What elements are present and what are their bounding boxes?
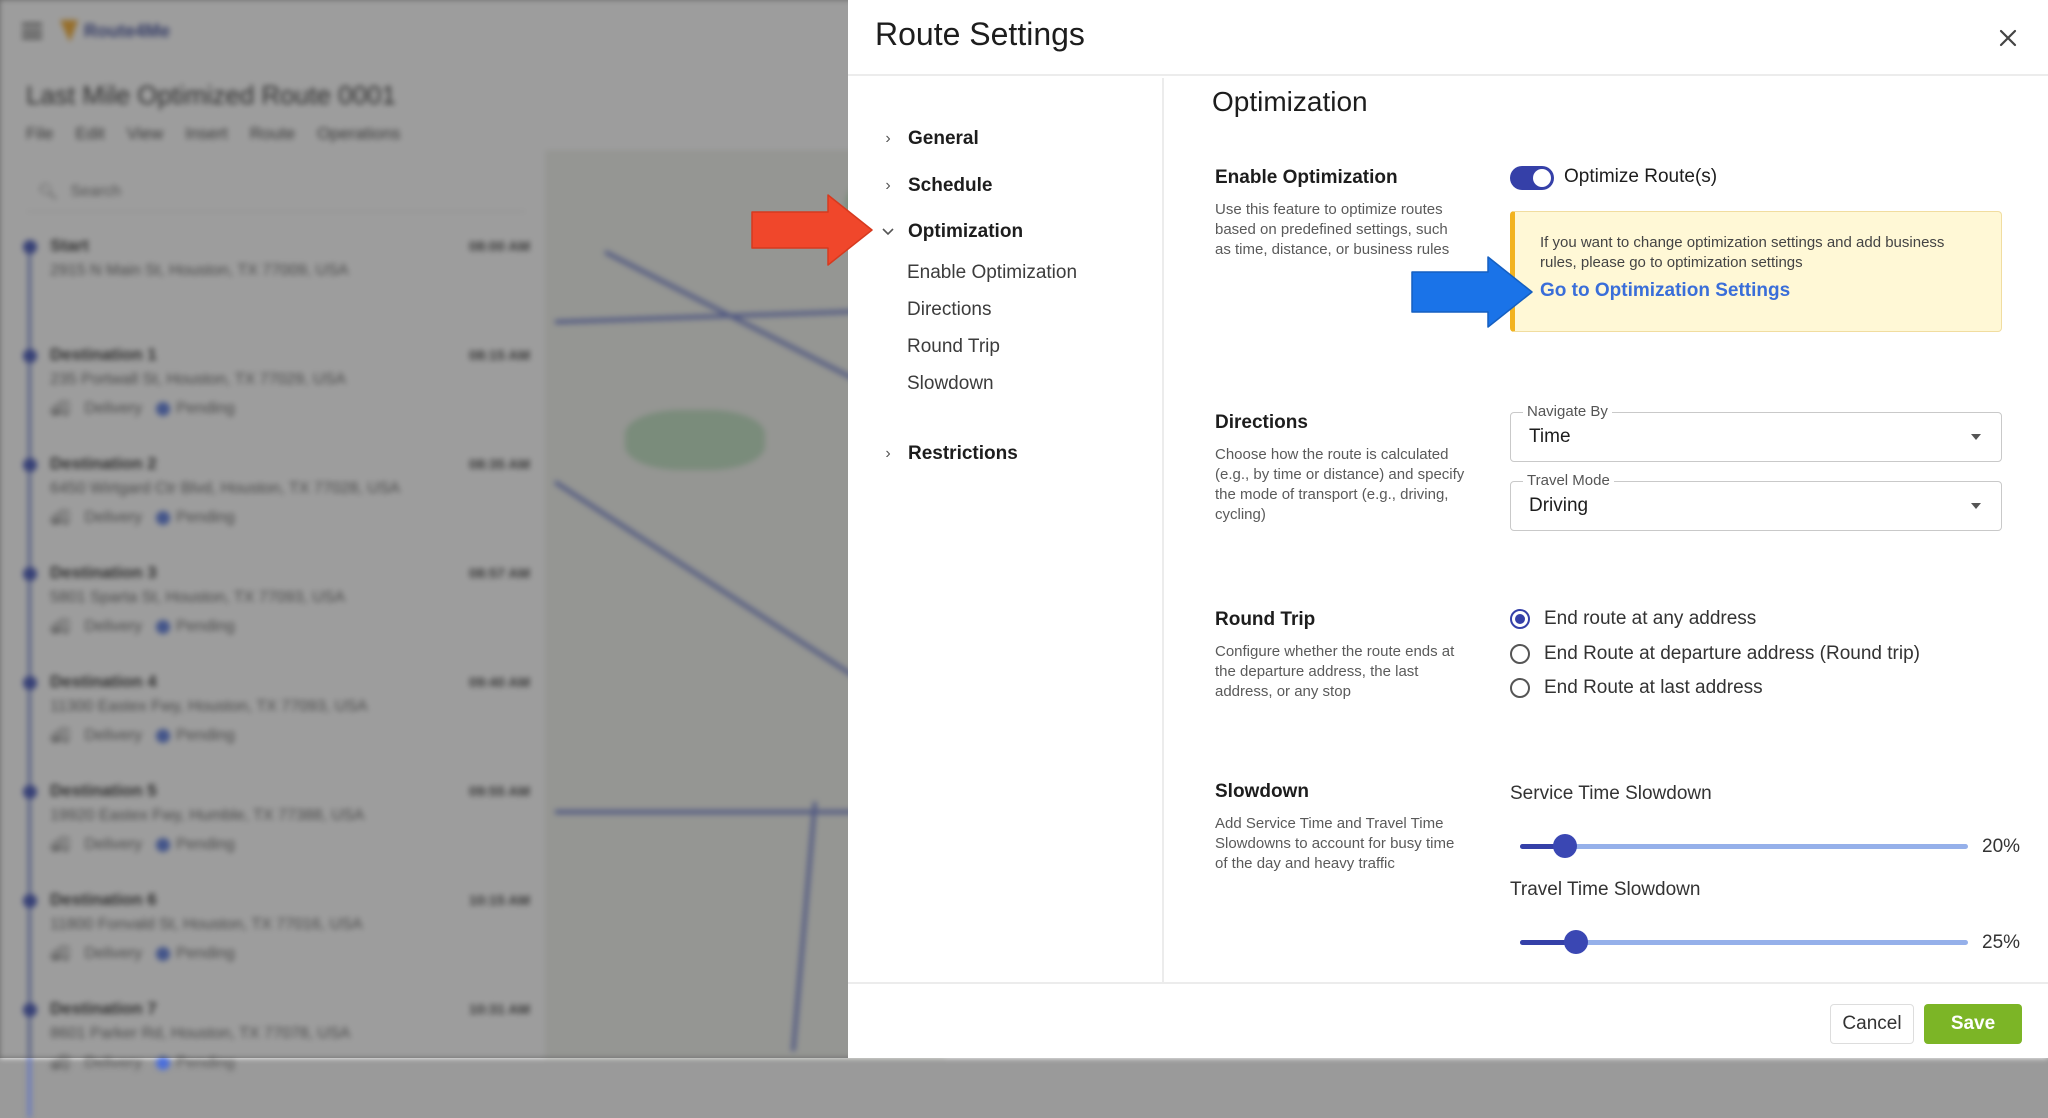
nav-sub-round-trip[interactable]: Round Trip bbox=[907, 336, 1000, 358]
travel-time-slowdown-value: 25% bbox=[1982, 932, 2021, 953]
navigate-by-select[interactable]: Navigate By Time bbox=[1510, 403, 2002, 462]
chevron-right-icon: › bbox=[885, 445, 891, 462]
radio-button[interactable] bbox=[1510, 609, 1530, 629]
enable-optimization-label: Enable Optimization bbox=[1215, 167, 1398, 188]
notice-text: If you want to change optimization setti… bbox=[1540, 234, 1945, 271]
drawer-title: Route Settings bbox=[875, 16, 1085, 52]
dropdown-arrow-icon bbox=[1971, 503, 1981, 509]
slider-thumb[interactable] bbox=[1552, 834, 1577, 858]
nav-item-label: General bbox=[908, 128, 979, 149]
slowdown-description: Add Service Time and Travel Time Slowdow… bbox=[1215, 815, 1455, 872]
nav-item-label: Optimization bbox=[908, 221, 1024, 242]
nav-sub-enable-optimization[interactable]: Enable Optimization bbox=[907, 262, 1077, 284]
nav-item-label: Restrictions bbox=[908, 443, 1018, 464]
radio-label: End route at any address bbox=[1544, 608, 1757, 629]
save-button[interactable]: Save bbox=[1924, 1004, 2022, 1044]
go-to-optimization-settings-link[interactable]: Go to Optimization Settings bbox=[1540, 280, 1790, 302]
radio-end-any-address[interactable]: End route at any address bbox=[1510, 608, 1756, 630]
chevron-down-icon bbox=[882, 223, 894, 241]
directions-description: Choose how the route is calculated (e.g.… bbox=[1215, 446, 1465, 523]
optimize-routes-toggle[interactable] bbox=[1510, 166, 1554, 190]
round-trip-description: Configure whether the route ends at the … bbox=[1215, 643, 1455, 700]
section-title: Optimization bbox=[1212, 86, 1368, 117]
radio-end-last-address[interactable]: End Route at last address bbox=[1510, 677, 1763, 699]
radio-button[interactable] bbox=[1510, 678, 1530, 698]
navigate-by-label: Navigate By bbox=[1523, 403, 1612, 420]
nav-sub-slowdown[interactable]: Slowdown bbox=[907, 373, 994, 395]
chevron-right-icon: › bbox=[885, 130, 891, 147]
dropdown-arrow-icon bbox=[1971, 434, 1981, 440]
nav-item-schedule[interactable]: › Schedule bbox=[882, 175, 992, 197]
service-time-slowdown-value: 20% bbox=[1982, 836, 2021, 857]
service-time-slowdown-slider[interactable] bbox=[1520, 834, 1968, 858]
enable-optimization-description: Use this feature to optimize routes base… bbox=[1215, 201, 1450, 258]
travel-mode-label: Travel Mode bbox=[1523, 472, 1614, 489]
radio-end-departure-address[interactable]: End Route at departure address (Round tr… bbox=[1510, 643, 1920, 665]
close-icon bbox=[1999, 29, 2017, 47]
service-time-slowdown-label: Service Time Slowdown bbox=[1510, 783, 1712, 804]
nav-item-label: Schedule bbox=[908, 175, 993, 196]
round-trip-label: Round Trip bbox=[1215, 609, 1316, 630]
slider-track bbox=[1520, 844, 1968, 849]
cancel-button[interactable]: Cancel bbox=[1830, 1004, 1914, 1044]
toggle-knob bbox=[1533, 169, 1551, 187]
navigate-by-value: Time bbox=[1529, 426, 1571, 447]
slider-thumb[interactable] bbox=[1564, 930, 1588, 954]
travel-mode-value: Driving bbox=[1529, 495, 1589, 516]
blue-annotation-arrow-icon bbox=[1411, 256, 1533, 328]
route-settings-drawer: Route Settings › General › Schedule Opti… bbox=[848, 0, 2048, 1058]
nav-item-restrictions[interactable]: › Restrictions bbox=[882, 443, 1018, 465]
settings-content[interactable]: Optimization Enable Optimization Use thi… bbox=[1166, 78, 2048, 982]
optimization-notice: If you want to change optimization setti… bbox=[1510, 211, 2002, 332]
directions-label: Directions bbox=[1215, 412, 1308, 433]
settings-nav: › General › Schedule Optimization Enable… bbox=[848, 78, 1164, 982]
nav-item-optimization[interactable]: Optimization bbox=[882, 221, 1023, 243]
travel-mode-select[interactable]: Travel Mode Driving bbox=[1510, 472, 2002, 531]
radio-label: End Route at last address bbox=[1544, 677, 1763, 698]
travel-time-slowdown-slider[interactable] bbox=[1520, 930, 1968, 954]
red-annotation-arrow-icon bbox=[751, 194, 873, 266]
slowdown-label: Slowdown bbox=[1215, 781, 1309, 802]
close-button[interactable] bbox=[1992, 22, 2024, 54]
optimize-routes-label: Optimize Route(s) bbox=[1564, 166, 1718, 187]
drawer-footer: Cancel Save bbox=[848, 982, 2048, 1058]
nav-item-general[interactable]: › General bbox=[882, 128, 979, 150]
radio-label: End Route at departure address (Round tr… bbox=[1544, 643, 1920, 664]
radio-button[interactable] bbox=[1510, 644, 1530, 664]
chevron-right-icon: › bbox=[885, 177, 891, 194]
travel-time-slowdown-label: Travel Time Slowdown bbox=[1510, 879, 1701, 900]
nav-sub-directions[interactable]: Directions bbox=[907, 299, 991, 321]
drawer-header: Route Settings bbox=[848, 0, 2048, 76]
